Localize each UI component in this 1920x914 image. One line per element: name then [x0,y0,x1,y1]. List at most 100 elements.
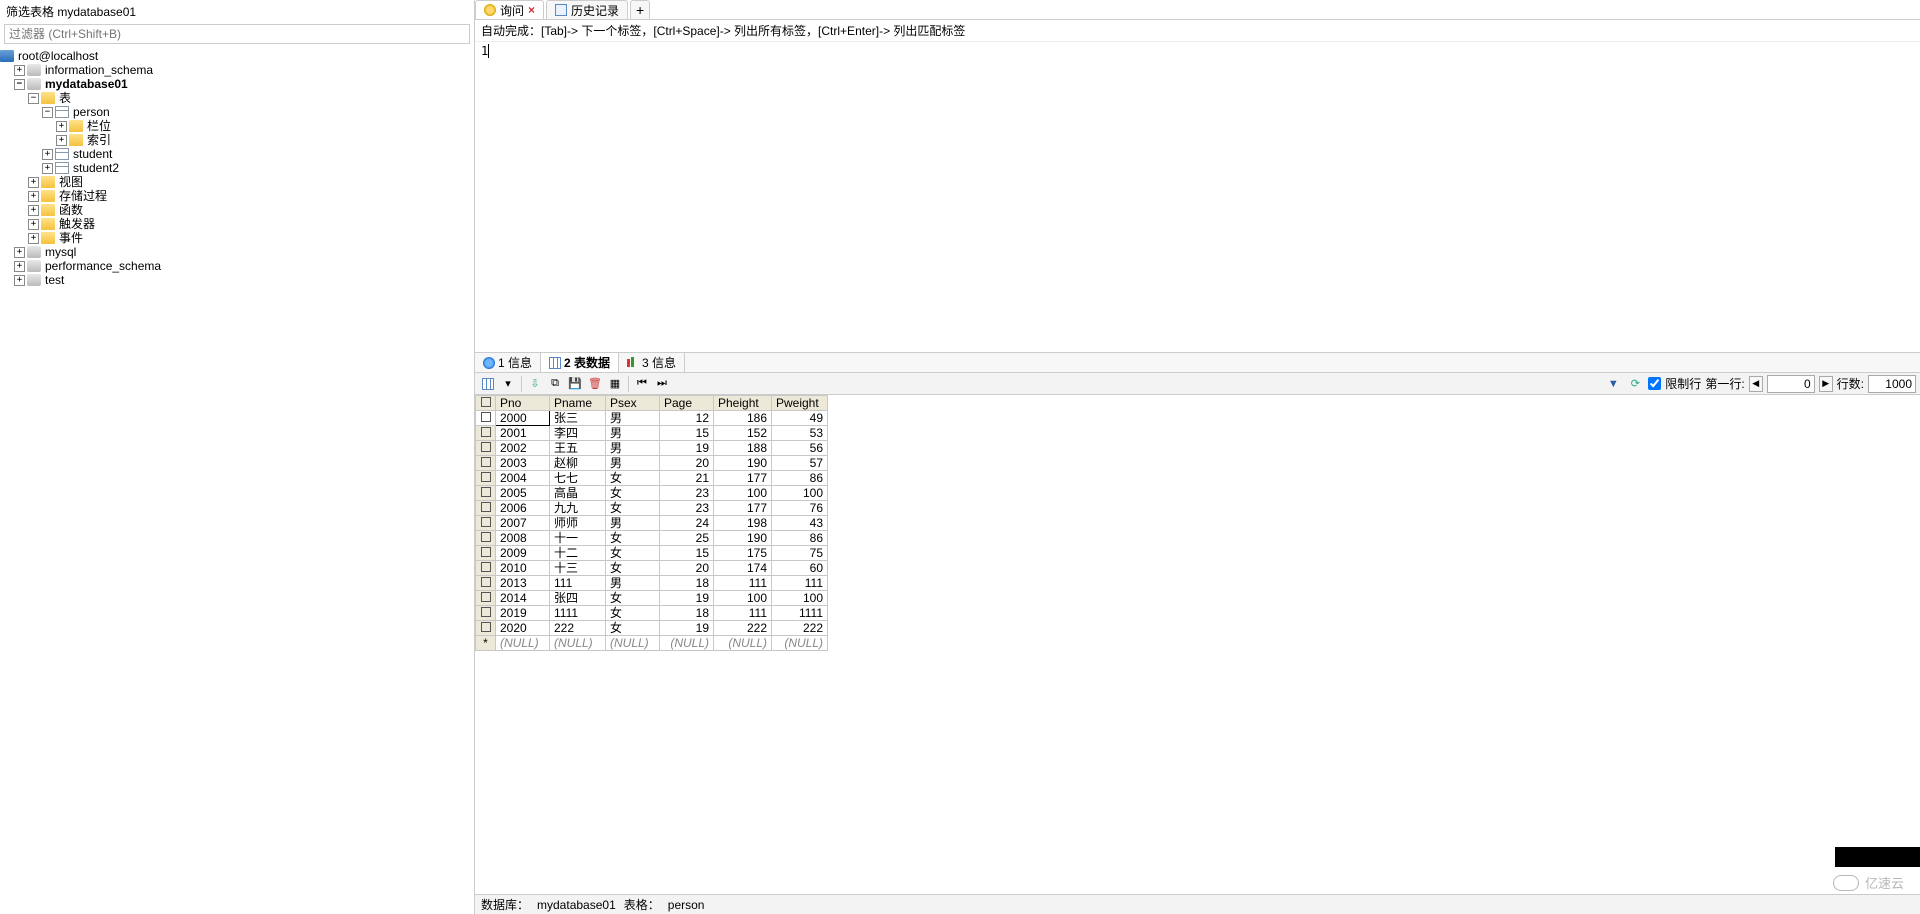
cell[interactable]: 20 [660,456,714,471]
cell[interactable]: 57 [772,456,828,471]
expand-icon[interactable]: + [14,65,25,76]
cell[interactable]: 222 [714,621,772,636]
toolbar-insert-button[interactable]: ▦ [606,375,624,393]
expand-icon[interactable]: + [28,219,39,230]
cell[interactable]: (NULL) [606,636,660,651]
cell[interactable]: 女 [606,606,660,621]
expand-icon[interactable]: + [42,163,53,174]
cell[interactable]: 60 [772,561,828,576]
column-header[interactable]: Pweight [772,396,828,411]
cell[interactable]: 女 [606,501,660,516]
cell[interactable]: 222 [550,621,606,636]
cell[interactable]: 49 [772,411,828,426]
cell[interactable]: (NULL) [496,636,550,651]
toolbar-copy-button[interactable]: ⧉ [546,375,564,393]
sql-editor[interactable]: 1 [475,42,1920,352]
cell[interactable]: 2010 [496,561,550,576]
tree-node-indexes[interactable]: 索引 [86,133,111,147]
table-row[interactable]: 2004七七女2117786 [476,471,828,486]
table-row[interactable]: 2005高晶女23100100 [476,486,828,501]
cell[interactable]: 190 [714,531,772,546]
tree-node-procs[interactable]: 存储过程 [58,189,107,203]
cell[interactable]: 75 [772,546,828,561]
next-page-button[interactable]: ▶ [1819,376,1833,392]
row-checkbox[interactable] [476,471,496,486]
tree-node-events[interactable]: 事件 [58,231,83,245]
cell[interactable]: 2002 [496,441,550,456]
column-header[interactable]: Pno [496,396,550,411]
cell[interactable]: 男 [606,441,660,456]
cell[interactable]: 十二 [550,546,606,561]
cell[interactable]: 12 [660,411,714,426]
column-header-check[interactable] [476,396,496,411]
cell[interactable]: (NULL) [660,636,714,651]
cell[interactable]: 女 [606,546,660,561]
data-grid-wrap[interactable]: PnoPnamePsexPagePheightPweight2000张三男121… [475,395,1920,894]
cell[interactable]: 23 [660,501,714,516]
table-row[interactable]: 2010十三女2017460 [476,561,828,576]
row-checkbox[interactable] [476,501,496,516]
row-checkbox[interactable] [476,531,496,546]
cell[interactable]: (NULL) [772,636,828,651]
cell[interactable]: 男 [606,411,660,426]
cell[interactable]: 24 [660,516,714,531]
cell[interactable]: 男 [606,516,660,531]
toolbar-view-button[interactable]: ▾ [499,375,517,393]
table-row-new[interactable]: *(NULL)(NULL)(NULL)(NULL)(NULL)(NULL) [476,636,828,651]
expand-icon[interactable]: + [14,247,25,258]
cell[interactable]: 100 [714,486,772,501]
cell[interactable]: 男 [606,576,660,591]
toolbar-save-button[interactable]: 💾 [566,375,584,393]
tree-node-db[interactable]: test [44,273,64,287]
cell[interactable]: 18 [660,606,714,621]
table-row[interactable]: 2001李四男1515253 [476,426,828,441]
cell[interactable]: 19 [660,441,714,456]
cell[interactable]: 2003 [496,456,550,471]
cell[interactable]: 李四 [550,426,606,441]
expand-icon[interactable]: + [28,191,39,202]
expand-icon[interactable]: + [14,275,25,286]
cell[interactable]: 2004 [496,471,550,486]
cell[interactable]: 18 [660,576,714,591]
cell[interactable]: 15 [660,426,714,441]
toolbar-first-button[interactable]: ⏮ [633,375,651,393]
cell[interactable]: 86 [772,531,828,546]
cell[interactable]: 七七 [550,471,606,486]
cell[interactable]: 张三 [550,411,606,426]
toolbar-refresh-button[interactable] [479,375,497,393]
table-row[interactable]: 20191111女181111111 [476,606,828,621]
tree-node-tables[interactable]: 表 [58,91,71,105]
subtab-table-data[interactable]: 2 表数据 [541,353,619,372]
cell[interactable]: 师师 [550,516,606,531]
cell[interactable]: 186 [714,411,772,426]
first-row-input[interactable] [1767,375,1815,393]
close-icon[interactable]: × [528,3,535,17]
cell[interactable]: 198 [714,516,772,531]
cell[interactable]: 188 [714,441,772,456]
cell[interactable]: 111 [550,576,606,591]
tab-query[interactable]: 询问 × [475,0,544,19]
cell[interactable]: 19 [660,621,714,636]
cell[interactable]: 15 [660,546,714,561]
cell[interactable]: 100 [714,591,772,606]
tree-node-triggers[interactable]: 触发器 [58,217,95,231]
tree-node-table[interactable]: student2 [72,161,119,175]
collapse-icon[interactable]: − [28,93,39,104]
toolbar-last-button[interactable]: ⏭ [653,375,671,393]
cell[interactable]: 111 [714,576,772,591]
expand-icon[interactable]: + [56,135,67,146]
cell[interactable]: 25 [660,531,714,546]
cell[interactable]: 2006 [496,501,550,516]
column-header[interactable]: Pname [550,396,606,411]
cell[interactable]: 111 [772,576,828,591]
cell[interactable]: 2013 [496,576,550,591]
cell[interactable]: 1111 [550,606,606,621]
column-header[interactable]: Pheight [714,396,772,411]
cell[interactable]: 男 [606,426,660,441]
cell[interactable]: 2020 [496,621,550,636]
cell[interactable]: 2019 [496,606,550,621]
cell[interactable]: 王五 [550,441,606,456]
cell[interactable]: 高晶 [550,486,606,501]
row-checkbox[interactable] [476,546,496,561]
cell[interactable]: 女 [606,561,660,576]
